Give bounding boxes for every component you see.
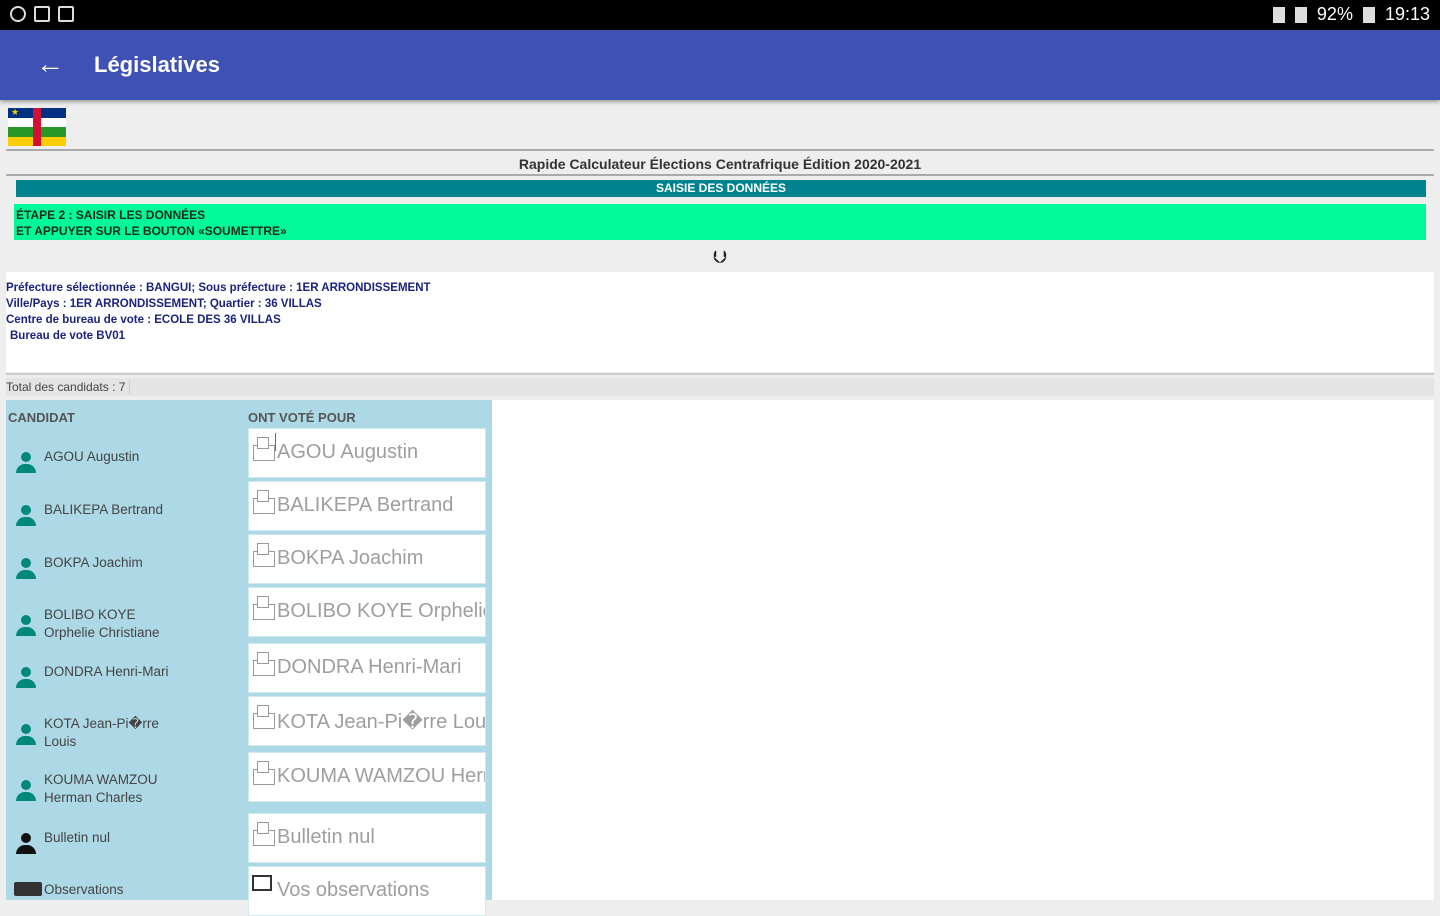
null-ballot-input[interactable]: Bulletin nul [248, 813, 486, 863]
vote-input[interactable]: AGOU Augustin [248, 428, 486, 478]
person-icon [14, 615, 38, 639]
ballot-box-icon [251, 818, 275, 848]
person-icon [14, 558, 38, 582]
vote-placeholder: BALIKEPA Bertrand [277, 494, 454, 516]
divider [6, 373, 1434, 375]
observations-placeholder: Vos observations [277, 879, 430, 901]
status-right: 92% 19:13 [1272, 4, 1430, 25]
bluetooth-icon [1272, 6, 1285, 23]
column-header-votes: ONT VOTÉ POUR [248, 410, 356, 425]
candidate-name: BOLIBO KOYE Orphelie Christiane [44, 607, 160, 640]
step-line-1: ÉTAPE 2 : SAISIR LES DONNÉES [16, 208, 206, 222]
total-candidates: Total des candidats : 7 [6, 378, 1434, 396]
ballot-box-icon [251, 757, 275, 787]
divider [6, 174, 1434, 176]
battery-icon [1362, 6, 1375, 23]
person-icon [14, 505, 38, 529]
vote-placeholder: BOLIBO KOYE Orphelie C [277, 600, 485, 622]
candidate-name: DONDRA Henri-Mari [44, 664, 169, 679]
candidate-name: BOKPA Joachim [44, 555, 143, 570]
text-cursor [275, 433, 276, 451]
vote-placeholder: BOKPA Joachim [277, 547, 424, 569]
candidate-name: KOTA Jean-Pi�rre Louis [44, 716, 159, 749]
observations-label: Observations [44, 882, 124, 897]
status-bar: 92% 19:13 [0, 0, 1440, 30]
ballot-box-icon [251, 592, 275, 622]
image-icon [34, 6, 50, 22]
page-title: Législatives [94, 52, 220, 77]
person-icon [14, 667, 38, 691]
vote-input[interactable]: KOUMA WAMZOU Herm [248, 752, 486, 802]
vote-placeholder: KOUMA WAMZOU Herm [277, 765, 486, 787]
comment-icon [14, 882, 42, 896]
vote-input[interactable]: BALIKEPA Bertrand [248, 481, 486, 531]
candidates-table: CANDIDAT ONT VOTÉ POUR AGOU Augustin AGO… [6, 400, 492, 916]
chevron-down-icon[interactable]: ⮋ [709, 246, 731, 268]
info-bureau: Bureau de vote BV01 [10, 330, 126, 342]
step-instructions: ÉTAPE 2 : SAISIR LES DONNÉES ET APPUYER … [14, 204, 1426, 240]
null-ballot-label: Bulletin nul [44, 830, 111, 845]
notification-icons [10, 6, 74, 22]
section-title: SAISIE DES DONNÉES [16, 180, 1426, 197]
ballot-box-icon [251, 433, 275, 463]
vote-input[interactable]: DONDRA Henri-Mari [248, 643, 486, 693]
vote-input[interactable]: BOLIBO KOYE Orphelie C [248, 587, 486, 637]
ballot-box-icon [251, 539, 275, 569]
car-flag-logo: ★ [8, 108, 66, 146]
note-icon [252, 875, 272, 891]
ballot-box-icon [251, 486, 275, 516]
battery-level: 92% [1316, 4, 1353, 24]
observations-input[interactable]: Vos observations [248, 866, 486, 916]
step-line-2: ET APPUYER SUR LE BOUTON «SOUMETTRE» [16, 224, 287, 238]
clock: 19:13 [1384, 4, 1430, 24]
selection-info: Préfecture sélectionnée : BANGUI; Sous p… [6, 272, 1434, 372]
info-prefecture: Préfecture sélectionnée : BANGUI; Sous p… [6, 282, 431, 294]
app-subtitle: Rapide Calculateur Élections Centrafriqu… [518, 156, 922, 172]
info-centre: Centre de bureau de vote : ECOLE DES 36 … [6, 314, 281, 326]
app-bar: ← Législatives [0, 30, 1440, 100]
vote-placeholder: DONDRA Henri-Mari [277, 656, 462, 678]
ballot-box-icon [251, 701, 275, 731]
arrow-left-icon[interactable]: ← [36, 50, 64, 78]
vote-input[interactable]: KOTA Jean-Pi�rre Loui [248, 696, 486, 746]
document-icon [58, 6, 74, 22]
ballot-box-icon [251, 648, 275, 678]
candidate-name: BALIKEPA Bertrand [44, 502, 164, 517]
info-ville: Ville/Pays : 1ER ARRONDISSEMENT; Quartie… [6, 298, 322, 310]
column-header-candidat: CANDIDAT [8, 410, 75, 425]
vote-placeholder: AGOU Augustin [277, 441, 419, 463]
person-icon [14, 833, 38, 857]
divider [6, 149, 1434, 151]
candidate-name: AGOU Augustin [44, 449, 140, 464]
notification-icon [10, 6, 26, 22]
person-icon [14, 724, 38, 748]
person-icon [14, 452, 38, 476]
vote-input[interactable]: BOKPA Joachim [248, 534, 486, 584]
vote-placeholder: KOTA Jean-Pi�rre Loui [277, 711, 486, 733]
signal-icon [1294, 6, 1307, 23]
null-ballot-placeholder: Bulletin nul [277, 826, 375, 848]
empty-area [492, 400, 1434, 900]
person-icon [14, 780, 38, 804]
candidate-name: KOUMA WAMZOU Herman Charles [44, 772, 158, 805]
